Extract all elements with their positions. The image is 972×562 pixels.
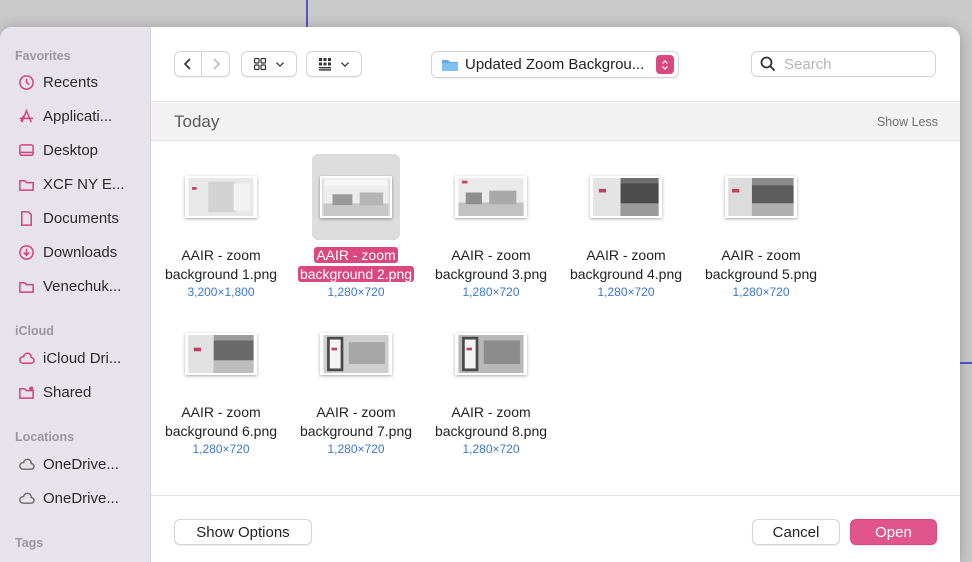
- file-thumbnail: [447, 311, 535, 397]
- sidebar-item-label: Downloads: [43, 243, 118, 261]
- forward-button[interactable]: [202, 51, 230, 77]
- file-dimensions: 1,280×720: [192, 442, 250, 456]
- chevron-down-icon: [275, 62, 285, 68]
- sidebar-item-recents[interactable]: Recents: [16, 69, 146, 95]
- toolbar: Updated Zoom Backgrou...: [151, 27, 960, 102]
- sidebar-item-label: Documents: [43, 209, 119, 227]
- file-name: AAIR - zoom background 3.png: [434, 247, 548, 282]
- show-less-button[interactable]: Show Less: [877, 115, 938, 129]
- file-name: AAIR - zoom background 7.png: [299, 404, 413, 439]
- file-dimensions: 1,280×720: [462, 442, 520, 456]
- file-item-5[interactable]: AAIR - zoom background 5.png 1,280×720: [696, 154, 826, 300]
- file-dimensions: 1,280×720: [597, 285, 655, 299]
- cloud-icon: [16, 455, 36, 473]
- file-thumbnail: [312, 311, 400, 397]
- sidebar-item-label: Shared: [43, 383, 92, 401]
- chevron-down-icon: [340, 62, 350, 68]
- chevron-right-icon: [212, 58, 220, 70]
- sidebar-item-label: iCloud Dri...: [43, 349, 122, 367]
- folder-icon: [16, 175, 36, 193]
- file-thumbnail: [177, 311, 265, 397]
- sidebar-item-applications[interactable]: Applicati...: [16, 103, 146, 129]
- backdrop-guide-line: [306, 0, 308, 27]
- group-icon: [319, 58, 331, 71]
- cloud-icon: [16, 349, 36, 367]
- file-item-2[interactable]: AAIR - zoom background 2.png 1,280×720: [291, 154, 421, 300]
- folder-icon: [442, 59, 458, 71]
- sidebar-item-shared[interactable]: Shared: [16, 379, 146, 405]
- file-item-6[interactable]: AAIR - zoom background 6.png 1,280×720: [156, 311, 286, 457]
- backdrop-guide-line: [960, 362, 972, 364]
- sidebar-item-label: Applicati...: [43, 107, 113, 125]
- file-thumbnail: [717, 154, 805, 240]
- file-name: AAIR - zoom background 5.png: [704, 247, 818, 282]
- search-icon: [760, 56, 776, 72]
- file-dimensions: 1,280×720: [462, 285, 520, 299]
- sidebar-item-downloads[interactable]: Downloads: [16, 239, 146, 265]
- sidebar-section-favorites: Favorites: [15, 49, 71, 63]
- cloud-icon: [16, 489, 36, 507]
- file-name: AAIR - zoom background 8.png: [434, 404, 548, 439]
- sidebar-section-icloud: iCloud: [15, 324, 54, 338]
- applications-icon: [16, 107, 36, 125]
- sidebar-item-desktop[interactable]: Desktop: [16, 137, 146, 163]
- sidebar-section-locations: Locations: [15, 430, 75, 444]
- sidebar-item-label: Recents: [43, 73, 99, 91]
- sidebar-item-label: OneDrive...: [43, 489, 119, 507]
- file-dimensions: 1,280×720: [327, 285, 385, 299]
- sidebar-item-label: XCF NY E...: [43, 175, 125, 193]
- clock-icon: [16, 73, 36, 91]
- desktop-icon: [16, 141, 36, 159]
- file-name: AAIR - zoom background 1.png: [164, 247, 278, 282]
- shared-folder-icon: [16, 383, 36, 401]
- file-name: AAIR - zoom background 6.png: [164, 404, 278, 439]
- search-field[interactable]: [751, 51, 936, 77]
- download-icon: [16, 243, 36, 261]
- sidebar-item-documents[interactable]: Documents: [16, 205, 146, 231]
- show-options-button[interactable]: Show Options: [174, 519, 312, 545]
- sidebar-item-icloud-drive[interactable]: iCloud Dri...: [16, 345, 146, 371]
- sidebar-section-tags: Tags: [15, 536, 44, 550]
- open-file-dialog: Favorites Recents Applicati... Desktop X…: [0, 27, 960, 562]
- file-grid: AAIR - zoom background 1.png 3,200×1,800 …: [151, 142, 960, 494]
- file-item-4[interactable]: AAIR - zoom background 4.png 1,280×720: [561, 154, 691, 300]
- cancel-button[interactable]: Cancel: [752, 519, 840, 545]
- chevron-left-icon: [183, 58, 191, 70]
- file-item-3[interactable]: AAIR - zoom background 3.png 1,280×720: [426, 154, 556, 300]
- file-item-1[interactable]: AAIR - zoom background 1.png 3,200×1,800: [156, 154, 286, 300]
- search-input[interactable]: [784, 55, 924, 73]
- stepper-icon: [656, 55, 674, 74]
- group-header: Today Show Less: [151, 103, 960, 141]
- sidebar-item-label: Venechuk...: [43, 277, 122, 295]
- file-name: AAIR - zoom background 4.png: [569, 247, 683, 282]
- location-popup[interactable]: Updated Zoom Backgrou...: [431, 51, 679, 78]
- open-button[interactable]: Open: [850, 519, 937, 545]
- sidebar-item-onedrive-2[interactable]: OneDrive...: [16, 485, 146, 511]
- sidebar-item-onedrive-1[interactable]: OneDrive...: [16, 451, 146, 477]
- file-thumbnail: [312, 154, 400, 240]
- dialog-footer: Show Options Cancel Open: [151, 495, 960, 562]
- file-dimensions: 3,200×1,800: [187, 285, 255, 299]
- sidebar-item-label: Desktop: [43, 141, 99, 159]
- group-title: Today: [174, 112, 220, 131]
- sidebar: Favorites Recents Applicati... Desktop X…: [0, 27, 151, 562]
- icon-view-icon: [253, 57, 267, 71]
- location-label: Updated Zoom Backgrou...: [465, 56, 645, 73]
- file-thumbnail: [177, 154, 265, 240]
- file-thumbnail: [582, 154, 670, 240]
- sidebar-item-venechuk-folder[interactable]: Venechuk...: [16, 273, 146, 299]
- sidebar-item-xcf-folder[interactable]: XCF NY E...: [16, 171, 146, 197]
- folder-icon: [16, 277, 36, 295]
- file-dimensions: 1,280×720: [327, 442, 385, 456]
- file-dimensions: 1,280×720: [732, 285, 790, 299]
- document-icon: [16, 209, 36, 227]
- view-mode-button[interactable]: [241, 51, 297, 77]
- file-thumbnail: [447, 154, 535, 240]
- group-by-button[interactable]: [306, 51, 362, 77]
- file-name: AAIR - zoom background 2.png: [297, 247, 415, 282]
- file-item-8[interactable]: AAIR - zoom background 8.png 1,280×720: [426, 311, 556, 457]
- sidebar-item-label: OneDrive...: [43, 455, 119, 473]
- file-item-7[interactable]: AAIR - zoom background 7.png 1,280×720: [291, 311, 421, 457]
- back-button[interactable]: [174, 51, 202, 77]
